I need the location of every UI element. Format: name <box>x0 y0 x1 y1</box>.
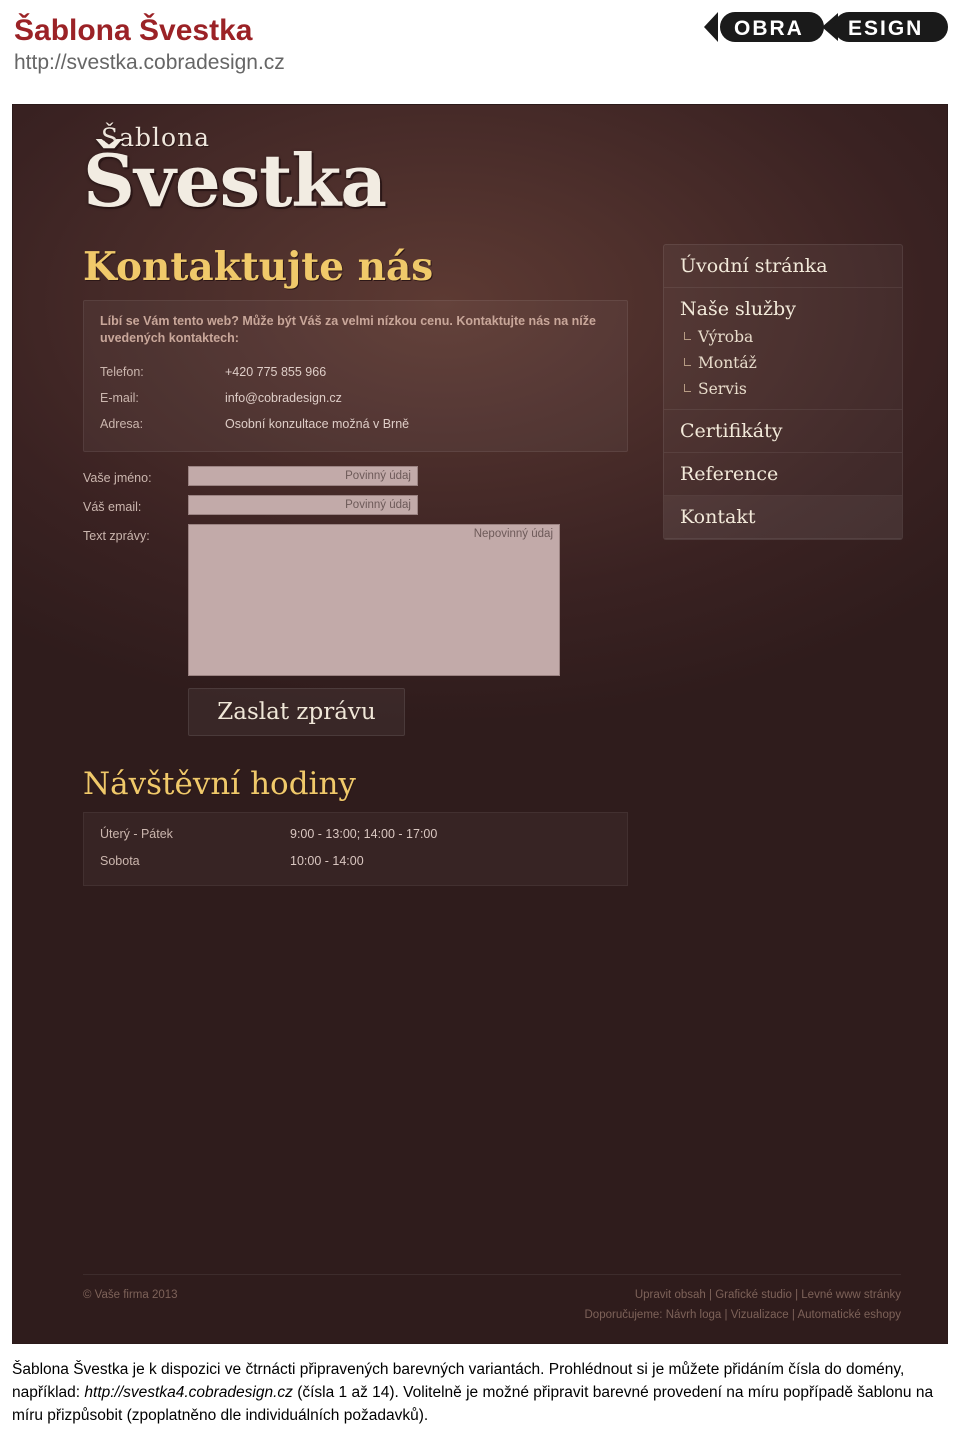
document-note: Šablona Švestka je k dispozici ve čtrnác… <box>12 1358 942 1427</box>
template-page: Šablona Švestka Kontaktujte nás Líbí se … <box>83 123 903 886</box>
footer-link-logo-design[interactable]: Návrh loga <box>666 1309 722 1321</box>
contact-form: Vaše jméno: Povinný údaj Váš email: Povi… <box>83 466 628 736</box>
main-column: Kontaktujte nás Líbí se Vám tento web? M… <box>83 244 628 886</box>
label-name: Vaše jméno: <box>83 471 152 485</box>
footer-links: Upravit obsah | Grafické studio | Levné … <box>585 1285 902 1325</box>
sidebar-item-home[interactable]: Úvodní stránka <box>664 245 902 288</box>
corner-bullet-icon <box>684 332 691 340</box>
hours-row-weekdays: Úterý - Pátek 9:00 - 13:00; 14:00 - 17:0… <box>100 821 611 848</box>
footer-recommend-label: Doporučujeme: <box>584 1309 663 1321</box>
input-message[interactable]: Nepovinný údaj <box>188 524 560 676</box>
sidebar-subitem-vyroba[interactable]: Výroba <box>664 324 902 350</box>
sidebar-item-certificates[interactable]: Certifikáty <box>664 410 902 453</box>
form-row-name: Vaše jméno: Povinný údaj <box>83 466 628 486</box>
footer-links-line2: Doporučujeme: Návrh loga | Vizualizace |… <box>585 1305 902 1325</box>
corner-bullet-icon <box>684 384 691 392</box>
hours-value-saturday: 10:00 - 14:00 <box>290 854 364 868</box>
template-screenshot: Šablona Švestka Kontaktujte nás Líbí se … <box>12 104 948 1344</box>
sidebar-group-services: Naše služby Výroba Montáž Servis <box>664 288 902 410</box>
document-header: Šablona Švestka http://svestka.cobradesi… <box>0 0 960 78</box>
label-message: Text zprávy: <box>83 529 150 543</box>
sidebar-menu: Úvodní stránka Naše služby Výroba Montáž <box>663 244 903 540</box>
contact-label-address: Adresa: <box>100 417 144 431</box>
svg-text:ESIGN: ESIGN <box>848 17 923 40</box>
hours-day-saturday: Sobota <box>100 854 140 868</box>
corner-bullet-icon <box>684 358 691 366</box>
form-row-email: Váš email: Povinný údaj <box>83 495 628 515</box>
hours-day-weekdays: Úterý - Pátek <box>100 827 173 841</box>
contact-label-email: E-mail: <box>100 391 139 405</box>
send-message-button[interactable]: Zaslat zprávu <box>188 688 405 736</box>
sidebar: Úvodní stránka Naše služby Výroba Montáž <box>663 244 903 540</box>
contact-row-address: Adresa: Osobní konzultace možná v Brně <box>100 411 611 437</box>
hours-value-weekdays: 9:00 - 13:00; 14:00 - 17:00 <box>290 827 438 841</box>
sidebar-subitem-montaz-label: Montáž <box>698 354 757 372</box>
footer-copyright: © Vaše firma 2013 <box>83 1289 178 1301</box>
contact-info-panel: Líbí se Vám tento web? Může být Váš za v… <box>83 300 628 452</box>
sidebar-subitem-vyroba-label: Výroba <box>698 328 754 346</box>
sidebar-item-contact[interactable]: Kontakt <box>664 496 902 539</box>
hours-panel: Úterý - Pátek 9:00 - 13:00; 14:00 - 17:0… <box>83 812 628 886</box>
template-logo-big: Švestka <box>83 138 387 223</box>
contact-row-phone: Telefon: +420 775 855 966 <box>100 359 611 385</box>
form-row-message: Text zprávy: Nepovinný údaj <box>83 524 628 676</box>
contact-value-address: Osobní konzultace možná v Brně <box>225 417 410 431</box>
sidebar-subitem-servis-label: Servis <box>698 380 747 398</box>
footer-link-graphic-studio[interactable]: Grafické studio <box>715 1289 792 1301</box>
footer-link-visualization[interactable]: Vizualizace <box>731 1309 789 1321</box>
content-heading: Kontaktujte nás <box>83 244 434 290</box>
footer-link-edit-content[interactable]: Upravit obsah <box>635 1289 706 1301</box>
hours-row-saturday: Sobota 10:00 - 14:00 <box>100 848 611 875</box>
sidebar-item-services[interactable]: Naše služby <box>664 288 902 324</box>
template-footer: © Vaše firma 2013 Upravit obsah | Grafic… <box>83 1274 901 1325</box>
hours-heading: Návštěvní hodiny <box>83 766 356 802</box>
label-email: Váš email: <box>83 500 142 514</box>
contact-row-email: E-mail: info@cobradesign.cz <box>100 385 611 411</box>
footer-links-line1: Upravit obsah | Grafické studio | Levné … <box>585 1285 901 1305</box>
footer-link-cheap-www[interactable]: Levné www stránky <box>801 1289 901 1301</box>
input-name[interactable]: Povinný údaj <box>188 466 418 486</box>
sidebar-subitem-montaz[interactable]: Montáž <box>664 350 902 376</box>
page-url: http://svestka.cobradesign.cz <box>14 51 285 74</box>
sidebar-subitem-servis[interactable]: Servis <box>664 376 902 402</box>
input-email[interactable]: Povinný údaj <box>188 495 418 515</box>
footer-link-eshops[interactable]: Automatické eshopy <box>797 1309 901 1321</box>
note-link[interactable]: http://svestka4.cobradesign.cz <box>84 1384 293 1401</box>
sidebar-item-references[interactable]: Reference <box>664 453 902 496</box>
cobradesign-logo: OBRA ESIGN <box>704 12 948 42</box>
svg-text:OBRA: OBRA <box>734 17 804 40</box>
contact-value-phone: +420 775 855 966 <box>225 365 327 379</box>
contact-lead-text: Líbí se Vám tento web? Může být Váš za v… <box>100 314 596 345</box>
contact-label-phone: Telefon: <box>100 365 144 379</box>
contact-value-email: info@cobradesign.cz <box>225 391 342 405</box>
content-columns: Kontaktujte nás Líbí se Vám tento web? M… <box>83 244 903 886</box>
